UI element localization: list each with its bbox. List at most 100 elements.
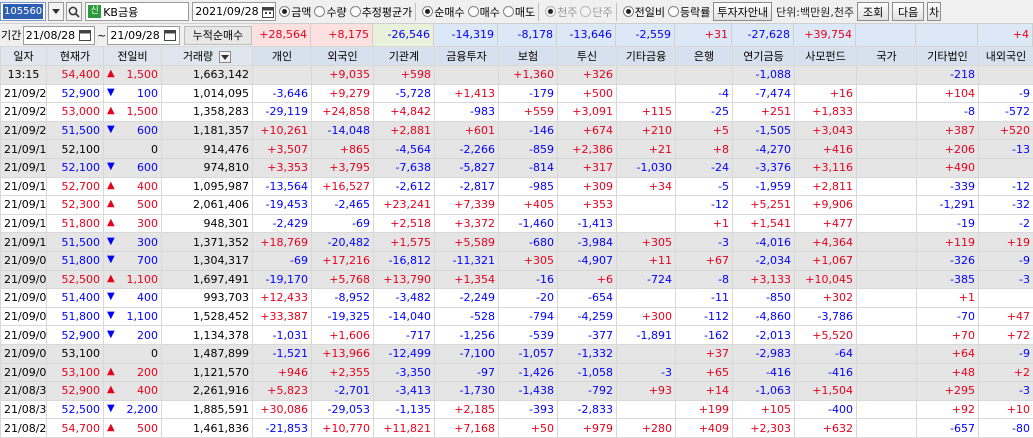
net-buy-cell: -25 [676, 103, 733, 122]
column-header[interactable]: 은행 [676, 47, 733, 66]
table-row[interactable]: 21/08/3152,900▲4002,261,916+5,823-2,701-… [1, 382, 1033, 401]
net-buy-cell: +5,768 [312, 270, 374, 289]
radio-radios_a-2[interactable]: 추정평균가 [350, 4, 413, 20]
radio-radios_c-1[interactable]: 단주 [580, 4, 612, 20]
table-row[interactable]: 21/09/1652,100▼600974,810+3,353+3,795-7,… [1, 158, 1033, 177]
column-header[interactable]: 개인 [253, 47, 312, 66]
table-row[interactable]: 21/09/0751,400▼400993,703+12,433-8,952-3… [1, 289, 1033, 308]
column-header[interactable]: 전일비 [104, 47, 162, 66]
net-buy-cell: +21 [617, 140, 676, 159]
table-row[interactable]: 21/09/0651,800▼1,1001,528,452+33,387-19,… [1, 307, 1033, 326]
cumulative-total-cell: -27,628 [732, 24, 794, 46]
table-row[interactable]: 21/09/0852,500▲1,1001,697,491-19,170+5,7… [1, 270, 1033, 289]
radio-radios_d-1[interactable]: 등락률 [668, 4, 710, 20]
net-buy-cell: +317 [558, 158, 617, 177]
net-buy-cell: -7,474 [733, 84, 795, 103]
radio-radios_a-1[interactable]: 수량 [314, 4, 346, 20]
column-header[interactable]: 사모펀드 [795, 47, 857, 66]
column-header[interactable]: 국가 [857, 47, 917, 66]
table-row[interactable]: 13:1554,400▲1,5001,663,142+9,035+598+1,3… [1, 66, 1033, 85]
code-dropdown-button[interactable] [48, 2, 64, 21]
column-header[interactable]: 기타법인 [917, 47, 979, 66]
cumulative-total-cell: -2,559 [616, 24, 675, 46]
end-date-value: 21/09/28 [110, 29, 159, 42]
column-header[interactable]: 보험 [499, 47, 558, 66]
investor-guide-button[interactable]: 투자자안내 [713, 2, 772, 21]
net-buy-cell [857, 289, 917, 308]
table-row[interactable]: 21/09/0951,800▼7001,304,317-69+17,216-16… [1, 251, 1033, 270]
cumulative-total-cell [916, 24, 978, 46]
table-row[interactable]: 21/08/3052,500▼2,2001,885,591+30,086-29,… [1, 400, 1033, 419]
column-header[interactable]: 기타금융 [617, 47, 676, 66]
table-row[interactable]: 21/09/1552,700▲4001,095,987-13,564+16,52… [1, 177, 1033, 196]
net-buy-cell [857, 363, 917, 382]
table-row[interactable]: 21/09/1452,300▲5002,061,406-19,453-2,465… [1, 196, 1033, 215]
table-row[interactable]: 21/09/0153,100▲2001,121,570+946+2,355-3,… [1, 363, 1033, 382]
table-row[interactable]: 21/09/1051,500▼3001,371,352+18,769-20,48… [1, 233, 1033, 252]
net-buy-cell: -1,730 [435, 382, 499, 401]
column-header[interactable]: 거래량 [162, 47, 253, 66]
radio-radios_d-0[interactable]: 전일비 [623, 4, 665, 20]
table-row[interactable]: 21/09/2453,000▲1,5001,358,283-29,119+24,… [1, 103, 1033, 122]
column-header[interactable]: 금융투자 [435, 47, 499, 66]
volume-cell: 1,134,378 [162, 326, 253, 345]
search-button[interactable]: 조회 [857, 2, 889, 21]
net-buy-cell [435, 66, 499, 85]
start-date-field[interactable]: 21/08/28 [23, 26, 95, 45]
calendar-icon[interactable] [78, 28, 92, 43]
radio-radios_b-2[interactable]: 매도 [503, 4, 535, 20]
table-row[interactable]: 21/09/0253,10001,487,899-1,521+13,966-12… [1, 344, 1033, 363]
column-header[interactable]: 기관계 [374, 47, 435, 66]
net-buy-cell: -859 [499, 140, 558, 159]
stock-code-field[interactable]: 105560 [0, 2, 46, 21]
net-buy-cell: +24,858 [312, 103, 374, 122]
net-buy-cell: -12 [979, 177, 1033, 196]
date-cell: 21/09/02 [1, 344, 47, 363]
net-buy-cell: -3 [676, 233, 733, 252]
stock-name-field[interactable]: 신 KB금융 [85, 2, 189, 21]
radio-radios_a-0[interactable]: 금액 [279, 4, 311, 20]
date-cell: 21/09/07 [1, 289, 47, 308]
calendar-icon[interactable] [262, 4, 274, 19]
period-bar: 기간 21/08/28 ~ 21/09/28 누적순매수 +28,564+8,1… [0, 24, 1033, 46]
table-row[interactable]: 21/09/1351,800▲300948,301-2,429-69+2,518… [1, 214, 1033, 233]
net-buy-cell: -1,460 [499, 214, 558, 233]
change-value: 400 [137, 384, 158, 397]
column-header[interactable]: 외국인 [312, 47, 374, 66]
radio-radios_b-1[interactable]: 매수 [468, 4, 500, 20]
net-buy-cell: +1,504 [795, 382, 857, 401]
next-button[interactable]: 다음 [892, 2, 924, 21]
net-buy-cell: +251 [733, 103, 795, 122]
net-buy-cell: +37 [676, 344, 733, 363]
price-cell: 52,100 [47, 140, 104, 159]
table-row[interactable]: 21/09/1752,1000914,476+3,507+865-4,564-2… [1, 140, 1033, 159]
column-header[interactable]: 현재가 [47, 47, 104, 66]
end-date-field[interactable]: 21/09/28 [107, 26, 179, 45]
price-cell: 52,900 [47, 326, 104, 345]
date-field[interactable]: 2021/09/28 [192, 2, 276, 21]
stock-search-button[interactable] [66, 2, 82, 21]
volume-cell: 1,663,142 [162, 66, 253, 85]
net-buy-cell: +3,795 [312, 158, 374, 177]
net-buy-cell: +295 [917, 382, 979, 401]
radio-radios_c-0[interactable]: 천주 [545, 4, 577, 20]
calendar-icon[interactable] [163, 28, 177, 43]
sort-down-icon[interactable] [219, 51, 231, 63]
column-header[interactable]: 일자 [1, 47, 47, 66]
radio-radios_b-0[interactable]: 순매수 [422, 4, 464, 20]
table-row[interactable]: 21/09/2351,500▼6001,181,357+10,261-14,04… [1, 121, 1033, 140]
column-header[interactable]: 투신 [558, 47, 617, 66]
table-row[interactable]: 21/08/2754,700▲5001,461,836-21,853+10,77… [1, 419, 1033, 438]
net-buy-cell: +309 [558, 177, 617, 196]
trade-type-radio-group: 순매수매수매도 [419, 4, 535, 20]
table-row[interactable]: 21/09/0352,900▼2001,134,378-1,031+1,606-… [1, 326, 1033, 345]
radio-circle-icon [468, 6, 479, 17]
table-row[interactable]: 21/09/2752,900▼1001,014,095-3,646+9,279-… [1, 84, 1033, 103]
net-buy-cell: -1,031 [253, 326, 312, 345]
column-header[interactable]: 내외국인 [979, 47, 1033, 66]
chart-button[interactable]: 차 [927, 2, 941, 21]
column-header[interactable]: 연기금등 [733, 47, 795, 66]
net-buy-cell: +6 [558, 270, 617, 289]
net-buy-cell: +405 [499, 196, 558, 215]
net-buy-cell [857, 84, 917, 103]
